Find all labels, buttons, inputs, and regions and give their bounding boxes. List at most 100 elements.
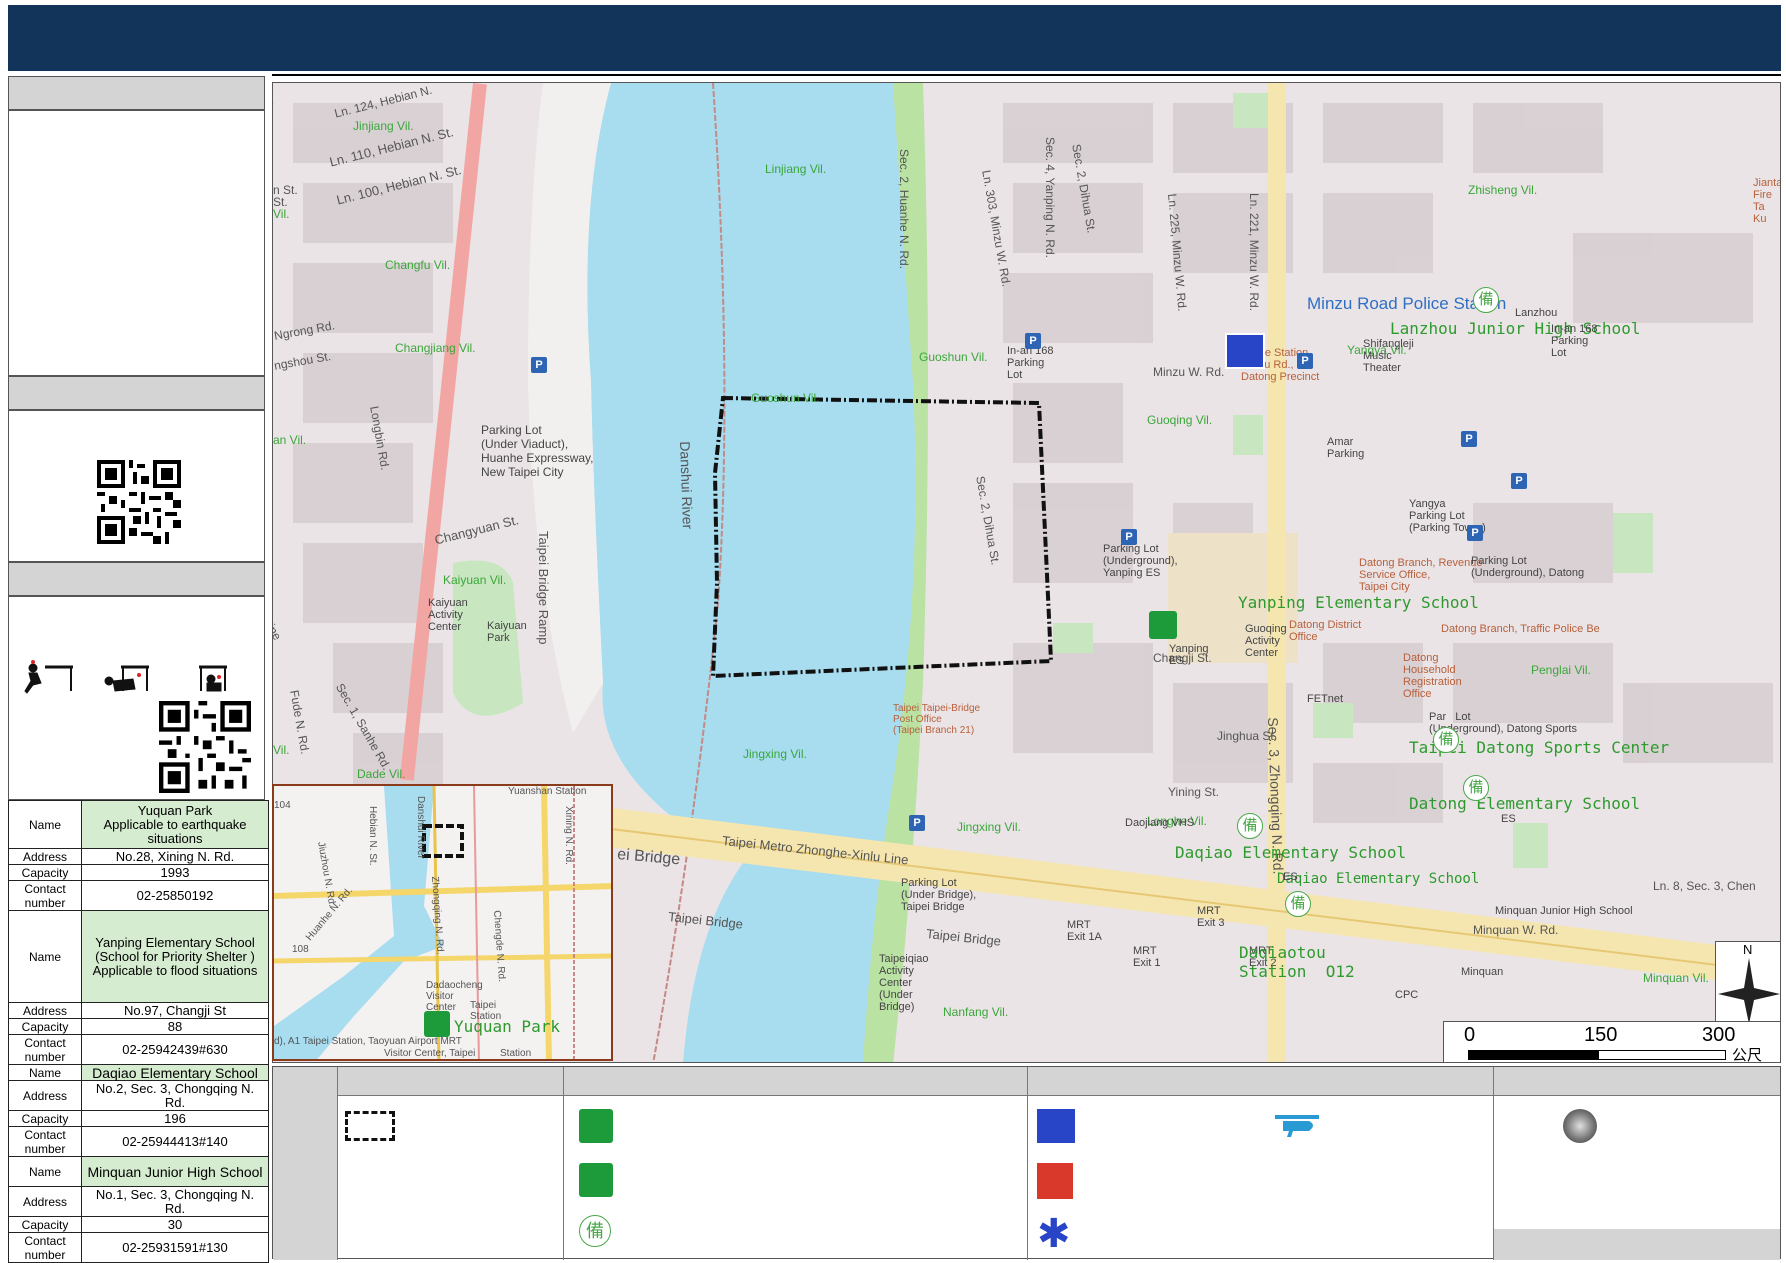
table-row: Contact number 02-25944413#140	[8, 1126, 269, 1157]
drop-cover-hold-icons	[23, 659, 243, 695]
village-label: Jinjiang Vil.	[353, 119, 414, 133]
village-label: Minquan Vil.	[1643, 971, 1709, 985]
ambulance-icon: ✱	[1037, 1212, 1071, 1256]
place-label: Jiantan Fire Ta Ku	[1753, 177, 1780, 225]
village-label: Penglai Vil.	[1531, 663, 1591, 677]
parking-icon[interactable]: P	[1467, 525, 1483, 541]
table-row: Address No.97, Changji St	[8, 1002, 269, 1019]
road-label: Sec. 2, Huanhe N. Rd.	[897, 149, 911, 270]
scale-label-0: 0	[1464, 1024, 1476, 1046]
place-label: Daojiang VHS	[1125, 817, 1195, 829]
park-shelter-icon[interactable]	[424, 1011, 450, 1037]
village-label: Changfu Vil.	[385, 258, 451, 272]
place-label: In-an 168 Parking Lot	[1551, 323, 1598, 359]
table-key-cell: Contact number	[8, 1034, 82, 1065]
place-label: Parking Lot (Underground), Yanping ES	[1103, 543, 1178, 579]
header-divider	[272, 74, 1781, 76]
panel-2-heading	[8, 376, 265, 410]
place-label: Kaiyuan Activity Center	[428, 597, 468, 633]
reserve-icon: 備	[1463, 775, 1489, 801]
place-label: Minquan	[1461, 966, 1504, 978]
parking-icon[interactable]: P	[1121, 529, 1137, 545]
place-label: Parking Lot (Under Viaduct), Huanhe Expr…	[481, 423, 594, 479]
police-station-icon[interactable]	[1225, 333, 1265, 369]
place-label: Taipeiqiao Activity Center (Under Bridge…	[879, 953, 929, 1013]
police-station-icon	[1037, 1109, 1075, 1143]
inset-label: Danshui River	[415, 796, 426, 859]
table-value-cell: No.97, Changji St	[81, 1002, 269, 1019]
table-key-cell: Address	[8, 848, 82, 865]
table-key-cell: Contact number	[8, 880, 82, 911]
flood-gauge-icon	[1563, 1109, 1597, 1143]
parking-icon[interactable]: P	[909, 815, 925, 831]
table-row: Contact number 02-25931591#130	[8, 1232, 269, 1263]
scale-label-150: 150	[1584, 1024, 1618, 1046]
legend-side-label	[273, 1067, 337, 1260]
parking-icon[interactable]: P	[1511, 473, 1527, 489]
legend-footer-band	[1494, 1229, 1780, 1260]
place-label: Daqiao Elementary School	[1277, 871, 1480, 887]
north-arrow-icon: N	[1715, 941, 1780, 1029]
parking-icon[interactable]: P	[1297, 353, 1313, 369]
scale-unit: 公尺	[1732, 1047, 1763, 1063]
road-label: Yining St.	[1168, 785, 1219, 799]
place-label: Kaiyuan Park	[487, 620, 527, 644]
table-row: Address No.2, Sec. 3, Chongqing N. Rd.	[8, 1080, 269, 1111]
inset-label: d), A1 Taipei Station, Taoyuan Airport M…	[274, 1036, 462, 1047]
table-value-cell: Daqiao Elementary School	[81, 1064, 269, 1081]
parking-icon[interactable]: P	[1461, 431, 1477, 447]
place-label: Datong Branch, Revenue Service Office, T…	[1359, 557, 1483, 593]
village-label: Jingxing Vil.	[743, 747, 807, 761]
place-label: ES	[1283, 871, 1298, 883]
table-key-cell: Address	[8, 1002, 82, 1019]
road-label: Sec. 4, Yanping N. Rd.	[1043, 137, 1057, 258]
table-value-cell: 196	[81, 1110, 269, 1127]
table-key-cell: Capacity	[8, 864, 82, 881]
place-label: ES	[1501, 813, 1516, 825]
table-value-cell: Yuquan Park Applicable to earthquake sit…	[81, 800, 269, 849]
inset-label: Yuanshan Station	[508, 786, 587, 797]
table-row: Address No.1, Sec. 3, Chongqing N. Rd.	[8, 1186, 269, 1217]
place-label: Shifangleji Music Theater	[1363, 338, 1414, 374]
table-key-cell: Capacity	[8, 1018, 82, 1035]
road-label: Ln. 8, Sec. 3, Chen	[1653, 879, 1756, 893]
table-row: Capacity 88	[8, 1018, 269, 1035]
place-label: Taipei Taipei-Bridge Post Office (Taipei…	[893, 703, 981, 736]
table-value-cell: 88	[81, 1018, 269, 1035]
road-label: Ln. 221, Minzu W. Rd.	[1247, 193, 1261, 312]
place-label: FETnet	[1307, 693, 1344, 705]
place-label: MRT Exit 3	[1197, 905, 1225, 929]
place-label: Minquan Junior High School	[1495, 905, 1633, 917]
shelter-icon[interactable]	[1149, 611, 1177, 639]
table-key-cell: Address	[8, 1186, 82, 1217]
inset-map[interactable]: 104 Yuanshan Station Hebian N. St. Danshui …	[272, 784, 613, 1061]
place-label: Datong Branch, Traffic Police Be	[1441, 623, 1600, 635]
road-label: Danshui River	[677, 441, 697, 530]
road-label: Minquan W. Rd.	[1473, 923, 1559, 937]
parking-icon[interactable]: P	[1025, 333, 1041, 349]
table-row: Name Daqiao Elementary School	[8, 1064, 269, 1081]
panel-3-body	[8, 596, 265, 800]
park-shelter-icon	[579, 1163, 613, 1197]
legend-header-band	[337, 1067, 1780, 1096]
table-row: Capacity 196	[8, 1110, 269, 1127]
parking-icon[interactable]: P	[531, 357, 547, 373]
place-label: Yanping ES	[1169, 643, 1209, 667]
qr-code-icon[interactable]	[97, 460, 181, 544]
table-row: Address No.28, Xining N. Rd.	[8, 848, 269, 865]
inset-label: Xining N. Rd.	[563, 806, 574, 865]
legend: 備 ✱	[272, 1066, 1781, 1260]
panel-1-heading	[8, 76, 265, 110]
place-label: Lanzhou	[1515, 307, 1558, 319]
place-label: Parking Lot (Underground), Datong	[1471, 555, 1585, 579]
qr-code-icon[interactable]	[159, 701, 251, 793]
place-label: Datong Household Registration Office	[1403, 652, 1462, 700]
village-label: Guoshun Vil.	[751, 391, 820, 405]
village-label: Linjiang Vil.	[765, 162, 827, 176]
table-row: Name Yuquan Park Applicable to earthquake…	[8, 800, 269, 849]
inset-label: Station	[500, 1048, 532, 1059]
table-key-cell: Capacity	[8, 1110, 82, 1127]
place-label: Lanzhou Junior High School	[1390, 319, 1641, 338]
table-value-cell: 02-25942439#630	[81, 1034, 269, 1065]
table-value-cell: 1993	[81, 864, 269, 881]
